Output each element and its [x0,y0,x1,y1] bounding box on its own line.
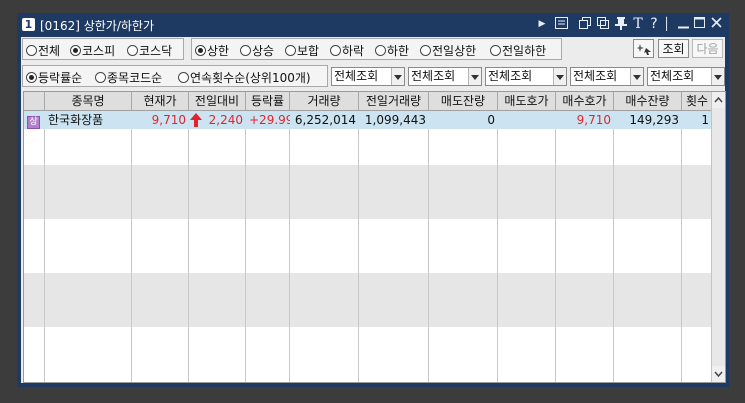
market-option-kosdaq[interactable]: 코스닥 [127,42,172,59]
condition-option-flat[interactable]: 보합 [285,42,319,59]
restore-icon[interactable] [578,17,592,32]
window-number-badge: 1 [22,18,35,31]
radio-icon [285,45,296,56]
market-option-kospi[interactable]: 코스피 [70,42,115,59]
condition-option-prev-upper[interactable]: 전일상한 [420,42,476,59]
table-header: 종목명 현재가 전일대비 등락률 거래량 전일거래량 매도잔량 매도호가 매수호… [24,92,712,111]
cell-ask-qty: 0 [487,113,495,127]
next-button[interactable]: 다음 [692,39,723,58]
cell-prev-volume: 1,099,443 [364,113,426,127]
maximize-icon[interactable] [693,17,706,32]
filter-select-5[interactable]: 전체조회 [647,67,725,86]
condition-option-prev-lower[interactable]: 전일하한 [490,42,546,59]
radio-icon [375,45,386,56]
market-option-all[interactable]: 전체 [26,42,60,59]
condition-radio-group: 상한 상승 보합 하락 하한 전일상한 전일하한 [191,38,562,60]
font-icon[interactable]: T [631,17,645,32]
cell-volume: 6,252,014 [294,113,356,127]
radio-icon [240,45,251,56]
new-window-icon[interactable] [596,17,610,32]
pin-icon[interactable] [614,17,628,32]
radio-selected-icon [26,72,37,83]
condition-option-upper-limit[interactable]: 상한 [195,42,229,59]
chevron-down-icon [711,68,724,85]
window-content: 전체 코스피 코스닥 상한 상승 보합 하락 하한 전일상한 전일하한 조회 다… [21,37,726,383]
sort-option-rate[interactable]: 등락률순 [26,69,82,86]
row-band [24,165,712,219]
filter-row-top: 전체 코스피 코스닥 상한 상승 보합 하락 하한 전일상한 전일하한 조회 다… [21,38,725,60]
col-header-volume[interactable]: 거래량 [290,92,359,110]
radio-selected-icon [70,45,81,56]
chevron-down-icon [553,68,566,85]
condition-option-lower-limit[interactable]: 하한 [375,42,409,59]
table-row[interactable]: 상 한국화장품 9,710 2,240 +29.99 6,252,014 1,0… [24,111,712,129]
scroll-up-button[interactable] [712,92,725,108]
filter-select-1[interactable]: 전체조회 [331,67,405,86]
filter-select-2[interactable]: 전체조회 [408,67,482,86]
col-header-name[interactable]: 종목명 [45,92,132,110]
cell-name: 한국화장품 [48,113,104,127]
cell-bid-qty: 149,293 [629,113,679,127]
help-icon[interactable]: ? [648,17,660,32]
col-header-ask-qty[interactable]: 매도잔량 [429,92,498,110]
radio-selected-icon [195,45,206,56]
chevron-down-icon [630,68,643,85]
screen-number-icon[interactable] [554,17,568,32]
settings-sparkle-icon [636,44,651,55]
condition-option-fall[interactable]: 하락 [330,42,364,59]
col-header-count[interactable]: 횟수 [682,92,712,110]
filter-select-3[interactable]: 전체조회 [485,67,567,86]
app-window: 1 [0162] 상한가/하한가 ▶ T ? │ 전체 코스피 코스닥 상한 상… [17,13,729,387]
chevron-down-icon [391,68,404,85]
title-bar[interactable]: 1 [0162] 상한가/하한가 ▶ T ? │ [17,13,729,37]
close-icon[interactable] [710,17,723,32]
minimize-icon[interactable] [677,17,690,32]
sort-option-code[interactable]: 종목코드순 [95,69,162,86]
cell-change: 2,240 [208,113,243,127]
cell-bid-price: 9,710 [576,113,611,127]
radio-icon [95,72,106,83]
radio-icon [127,45,138,56]
col-header-change[interactable]: 전일대비 [189,92,246,110]
col-header-prev-volume[interactable]: 전일거래량 [359,92,429,110]
radio-icon [26,45,37,56]
divider: │ [663,17,671,31]
cell-ask-price [498,111,556,129]
chevron-down-icon [468,68,481,85]
filter-select-4[interactable]: 전체조회 [570,67,644,86]
cell-price: 9,710 [151,113,186,127]
row-band [24,273,712,327]
condition-option-rise[interactable]: 상승 [240,42,274,59]
chevron-up-icon [714,96,723,103]
col-header-bid-qty[interactable]: 매수잔량 [614,92,682,110]
radio-icon [330,45,341,56]
col-header-price[interactable]: 현재가 [132,92,189,110]
cell-count: 1 [701,113,709,127]
col-header-bid-price[interactable]: 매수호가 [556,92,614,110]
sort-option-consecutive[interactable]: 연속횟수순(상위100개) [178,69,311,86]
settings-button[interactable] [633,39,654,58]
cell-rate: +29.99 [249,113,290,127]
col-header-ask-price[interactable]: 매도호가 [498,92,556,110]
radio-icon [490,45,501,56]
scroll-down-button[interactable] [712,366,725,382]
arrow-right-icon[interactable]: ▶ [537,17,547,32]
chevron-down-icon [714,371,723,378]
radio-icon [420,45,431,56]
stock-table: 종목명 현재가 전일대비 등락률 거래량 전일거래량 매도잔량 매도호가 매수호… [23,91,726,383]
market-radio-group: 전체 코스피 코스닥 [22,38,184,60]
radio-icon [178,72,189,83]
window-title: [0162] 상한가/하한가 [40,19,155,33]
sort-radio-group: 등락률순 종목코드순 연속횟수순(상위100개) [22,65,328,87]
upper-limit-badge: 상 [27,111,42,129]
col-header-rate[interactable]: 등락률 [246,92,290,110]
query-button[interactable]: 조회 [658,39,689,58]
vertical-scrollbar[interactable] [711,92,725,382]
